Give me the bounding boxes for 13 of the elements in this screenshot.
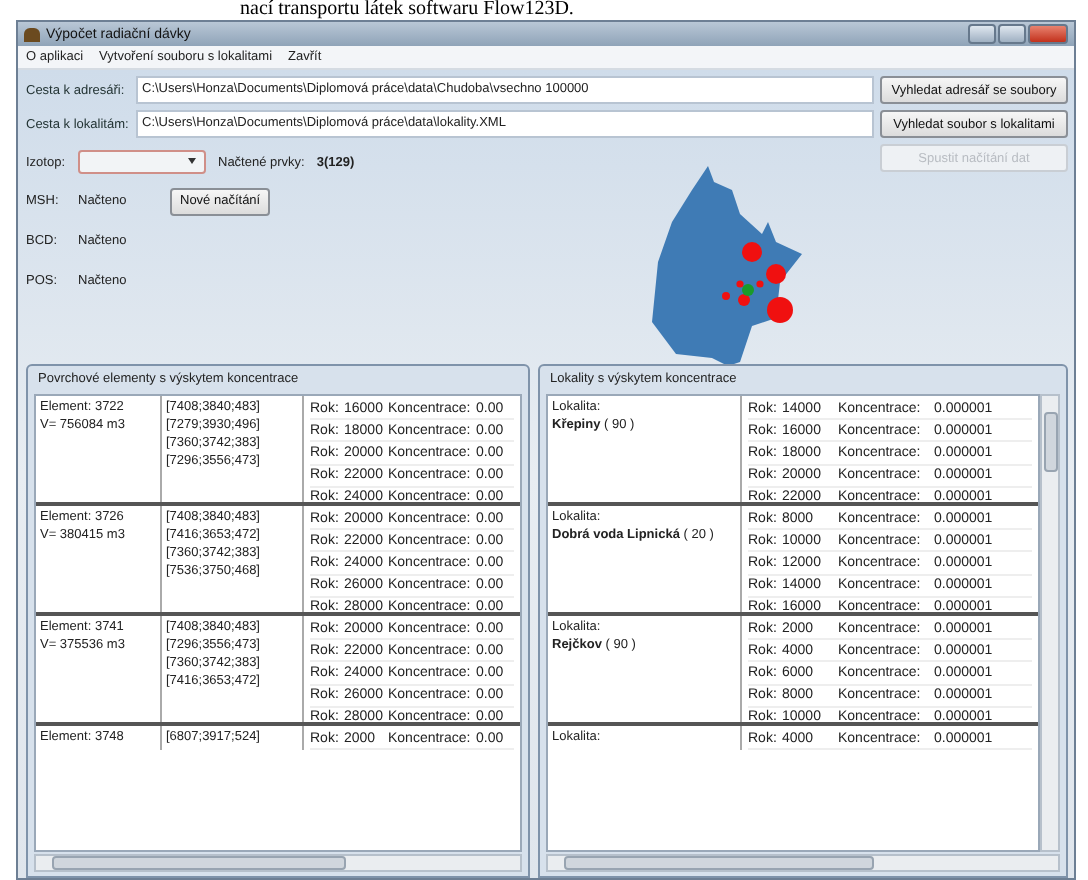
scroll-thumb[interactable] xyxy=(1044,412,1058,472)
scroll-thumb[interactable] xyxy=(52,856,347,870)
horizontal-scrollbar[interactable] xyxy=(34,854,522,872)
maximize-icon[interactable] xyxy=(998,24,1026,44)
vertical-scrollbar[interactable] xyxy=(1040,394,1060,852)
scroll-thumb[interactable] xyxy=(564,856,874,870)
document-caption: nací transportu látek softwaru Flow123D. xyxy=(238,0,576,20)
app-icon xyxy=(24,27,40,41)
horizontal-scrollbar[interactable] xyxy=(546,854,1060,872)
close-icon[interactable] xyxy=(1028,24,1068,44)
caret-icon xyxy=(188,158,196,164)
isotope-dropdown[interactable] xyxy=(78,150,206,174)
minimize-icon[interactable] xyxy=(968,24,996,44)
